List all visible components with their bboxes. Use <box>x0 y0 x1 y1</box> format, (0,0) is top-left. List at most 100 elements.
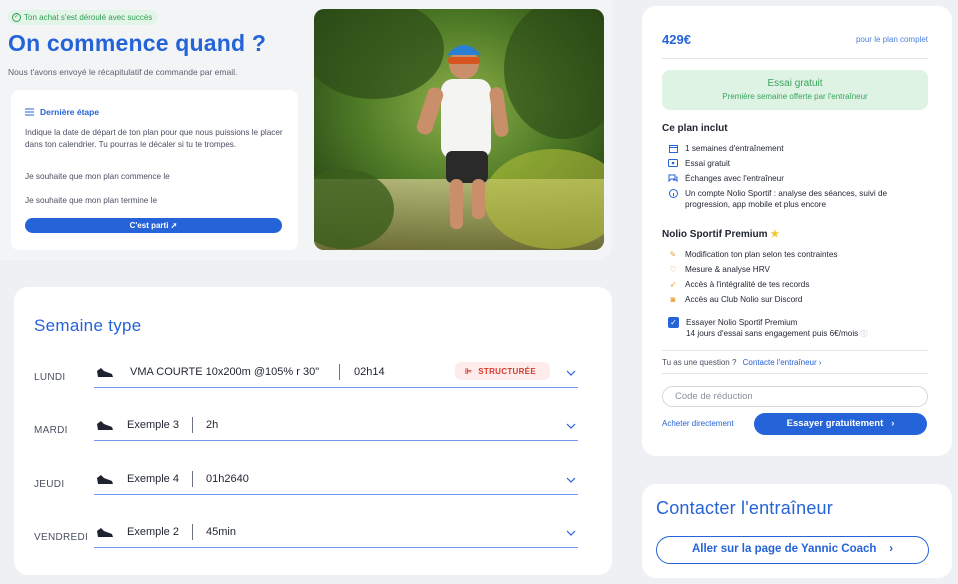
running-shoe-icon <box>97 475 113 484</box>
info-icon[interactable]: ⓘ <box>861 331 868 338</box>
hero-section: ✓ Ton achat s'est déroulé avec succès On… <box>0 0 612 260</box>
promo-code-input[interactable]: Code de réduction <box>662 386 928 407</box>
plan-price: 429€ <box>662 32 691 47</box>
week-row-monday[interactable]: LUNDI VMA COURTE 10x200m @105% r 30" 02h… <box>34 360 579 394</box>
chevron-down-icon[interactable] <box>565 367 577 379</box>
page-title: On commence quand ? <box>8 30 267 56</box>
day-label: VENDREDI <box>34 532 89 543</box>
coach-page-button[interactable]: Aller sur la page de Yannic Coach › <box>656 536 929 564</box>
workout-duration: 2h <box>206 419 219 431</box>
divider <box>662 373 928 374</box>
runner-illustration <box>314 9 604 250</box>
heart-icon: ♡ <box>669 264 677 274</box>
end-date-label[interactable]: Je souhaite que mon plan termine le <box>25 196 157 205</box>
divider <box>662 350 928 351</box>
chat-icon <box>668 173 678 183</box>
question-line: Tu as une question ? Contacte l'entraîne… <box>662 358 822 367</box>
premium-text: Accès à l'intégralité de tes records <box>685 280 810 289</box>
premium-text: Mesure & analyse HRV <box>685 265 770 274</box>
price-note: pour le plan complet <box>855 35 928 44</box>
try-free-button[interactable]: Essayer gratuitement › <box>754 413 927 435</box>
question-text: Tu as une question ? <box>662 358 737 367</box>
start-plan-button-label: C'est parti <box>129 221 169 230</box>
workout-name: Exemple 3 <box>127 419 179 431</box>
premium-option-title: Essayer Nolio Sportif Premium <box>686 318 798 327</box>
feature-text: Un compte Nolio Sportif : analyse des sé… <box>685 189 888 209</box>
row-underline <box>94 494 578 495</box>
premium-option[interactable]: ✓ Essayer Nolio Sportif Premium 14 jours… <box>668 317 868 340</box>
rocket-icon: ➶ <box>669 279 677 289</box>
premium-item: ✎ Modification ton plan selon tes contrai… <box>668 249 930 260</box>
feature-item: Un compte Nolio Sportif : analyse des sé… <box>668 188 930 210</box>
success-badge: ✓ Ton achat s'est déroulé avec succès <box>8 10 159 25</box>
premium-item: ➶ Accès à l'intégralité de tes records <box>668 279 930 290</box>
success-badge-text: Ton achat s'est déroulé avec succès <box>24 13 153 22</box>
list-icon <box>25 108 34 116</box>
structured-tag: ⊫ STRUCTURÉE <box>455 362 550 380</box>
week-row-tuesday[interactable]: MARDI Exemple 3 2h <box>34 413 579 447</box>
divider <box>662 58 928 59</box>
workout-name: VMA COURTE 10x200m @105% r 30" <box>130 366 320 378</box>
last-step-title-text: Dernière étape <box>40 107 100 117</box>
chevron-down-icon[interactable] <box>565 420 577 432</box>
ticket-icon <box>668 158 678 168</box>
discord-icon: ◙ <box>670 294 676 304</box>
trial-subtitle: Première semaine offerte par l'entraîneu… <box>722 92 868 101</box>
feature-text: 1 semaines d'entraînement <box>685 144 784 153</box>
buy-direct-link[interactable]: Acheter directement <box>662 419 734 428</box>
premium-option-text: Essayer Nolio Sportif Premium 14 jours d… <box>686 317 868 340</box>
last-step-title: Dernière étape <box>25 107 99 117</box>
workout-duration: 02h14 <box>354 366 385 378</box>
trial-title: Essai gratuit <box>767 78 823 89</box>
try-free-label: Essayer gratuitement <box>786 418 884 429</box>
includes-title: Ce plan inclut <box>662 123 728 134</box>
week-card: Semaine type LUNDI VMA COURTE 10x200m @1… <box>14 287 612 575</box>
divider <box>192 524 193 540</box>
contact-coach-link[interactable]: Contacte l'entraîneur › <box>743 358 822 367</box>
week-row-friday[interactable]: VENDREDI Exemple 2 45min <box>34 520 579 554</box>
day-label: MARDI <box>34 425 68 436</box>
divider <box>339 364 340 380</box>
workout-name: Exemple 4 <box>127 473 179 485</box>
last-step-description: Indique la date de départ de ton plan po… <box>25 128 283 149</box>
chevron-right-icon: › <box>889 543 894 555</box>
premium-option-sub: 14 jours d'essai sans engagement puis 6€… <box>686 329 859 338</box>
row-underline <box>94 387 578 388</box>
running-shoe-icon <box>97 368 113 377</box>
premium-title: Nolio Sportif Premium ★ <box>662 229 779 240</box>
feature-text: Échanges avec l'entraîneur <box>685 174 784 183</box>
week-row-thursday[interactable]: JEUDI Exemple 4 01h2640 <box>34 467 579 501</box>
chevron-down-icon[interactable] <box>565 527 577 539</box>
divider <box>192 471 193 487</box>
feature-item: Échanges avec l'entraîneur <box>668 173 930 184</box>
day-label: JEUDI <box>34 479 65 490</box>
contact-title: Contacter l'entraîneur <box>656 498 833 518</box>
runner-photo <box>314 9 604 250</box>
feature-item: Essai gratuit <box>668 158 930 169</box>
premium-item: ♡ Mesure & analyse HRV <box>668 264 930 275</box>
feature-item: 1 semaines d'entraînement <box>668 143 930 154</box>
plan-card: 429€ pour le plan complet Essai gratuit … <box>642 6 952 456</box>
chart-icon: ⊫ <box>465 366 473 376</box>
premium-checkbox[interactable]: ✓ <box>668 317 679 328</box>
workout-duration: 45min <box>206 526 236 538</box>
chevron-right-icon: › <box>891 418 895 429</box>
workout-name: Exemple 2 <box>127 526 179 538</box>
contact-card: Contacter l'entraîneur Aller sur la page… <box>642 484 952 578</box>
edit-icon: ✎ <box>669 249 677 259</box>
last-step-card: Dernière étape Indique la date de départ… <box>11 90 298 250</box>
premium-text: Modification ton plan selon tes contrain… <box>685 250 838 259</box>
premium-text: Accès au Club Nolio sur Discord <box>685 295 803 304</box>
running-shoe-icon <box>97 528 113 537</box>
row-underline <box>94 440 578 441</box>
star-icon: ★ <box>770 229 780 240</box>
coach-page-label: Aller sur la page de Yannic Coach <box>691 543 877 555</box>
start-plan-button[interactable]: C'est parti ➚ <box>25 218 282 233</box>
running-shoe-icon <box>97 421 113 430</box>
day-label: LUNDI <box>34 372 66 383</box>
structured-tag-label: STRUCTURÉE <box>478 366 536 376</box>
start-date-label[interactable]: Je souhaite que mon plan commence le <box>25 172 170 181</box>
premium-title-text: Nolio Sportif Premium <box>662 229 768 240</box>
chevron-down-icon[interactable] <box>565 474 577 486</box>
contact-coach-link-text: Contacte l'entraîneur <box>742 358 817 367</box>
